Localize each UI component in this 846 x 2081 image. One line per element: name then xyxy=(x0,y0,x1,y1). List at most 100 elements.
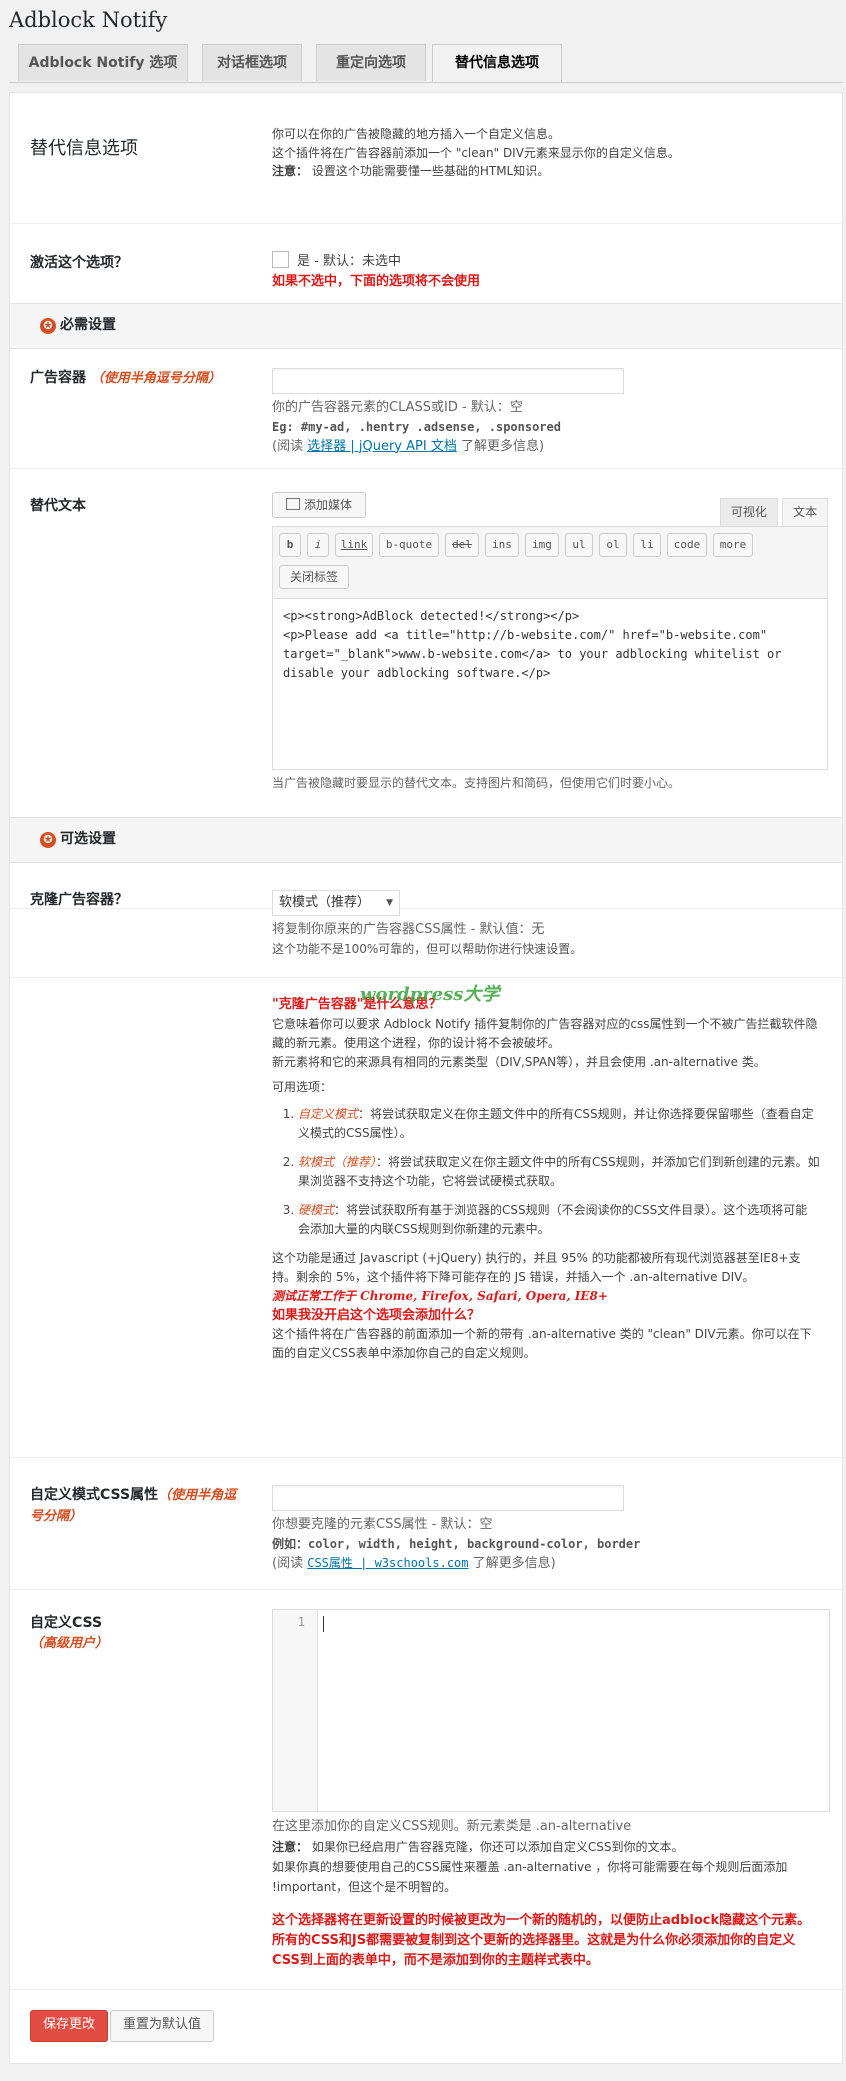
clone-desc-1: 将复制你原来的广告容器CSS属性 - 默认值：无 xyxy=(272,922,545,937)
custom-css-note-text: 如果你已经启用广告容器克隆，你还可以添加自定义CSS到你的文本。 xyxy=(311,1840,684,1854)
custom-css-props-input[interactable] xyxy=(272,1485,624,1511)
example-label: 例如： xyxy=(272,1537,309,1552)
alt-text-textarea[interactable]: <p><strong>AdBlock detected!</strong></p… xyxy=(272,598,828,770)
optional-settings-bar: ✪ 可选设置 xyxy=(10,817,842,863)
add-media-label: 添加媒体 xyxy=(303,498,352,512)
custom-css-label-text: 自定义CSS xyxy=(30,1615,103,1631)
qt-ul-button[interactable]: ul xyxy=(565,533,593,557)
clone-mode-selected: 软模式（推荐） xyxy=(279,895,371,910)
option-name: 自定义模式 xyxy=(298,1107,359,1121)
custom-css-note-label: 注意： xyxy=(272,1840,309,1854)
star-icon: ✪ xyxy=(40,832,56,848)
intro-line-2: 这个插件将在广告容器前添加一个 "clean" DIV元素来显示你的自定义信息。 xyxy=(272,145,680,160)
qt-more-button[interactable]: more xyxy=(713,533,753,557)
activate-checkbox[interactable] xyxy=(272,251,289,268)
qt-bold-button[interactable]: b xyxy=(279,533,301,557)
activate-label: 激活这个选项？ xyxy=(30,255,128,271)
ad-container-desc: 你的广告容器元素的CLASS或ID - 默认：空 xyxy=(272,400,523,415)
option-name: 硬模式 xyxy=(298,1203,335,1217)
tab-text[interactable]: 文本 xyxy=(781,498,828,526)
qt-close-tags-button[interactable]: 关闭标签 xyxy=(279,565,349,589)
qt-ol-button[interactable]: ol xyxy=(599,533,627,557)
clone-desc-2: 这个功能不是100%可靠的，但可以帮助你进行快速设置。 xyxy=(272,942,583,957)
add-media-button[interactable]: 添加媒体 xyxy=(272,492,366,518)
intro-note-label: 注意： xyxy=(272,164,309,179)
list-item: 软模式（推荐）：将尝试获取定义在你主题文件中的所有CSS规则，并添加它们到新创建… xyxy=(298,1153,822,1191)
app-title: Adblock Notify xyxy=(9,8,168,32)
jquery-selector-docs-link[interactable]: 选择器 | jQuery API 文档 xyxy=(307,439,457,454)
clone-question: 如果我没开启这个选项会添加什么？ xyxy=(272,1308,481,1323)
clone-options-list: 自定义模式：将尝试获取定义在你主题文件中的所有CSS规则，并让你选择要保留哪些（… xyxy=(272,1105,822,1239)
clone-mode-select[interactable]: 软模式（推荐） ▼ xyxy=(272,890,400,916)
ad-container-label-text: 广告容器 xyxy=(30,370,86,386)
clone-explain-p3: 这个功能是通过 Javascript (+jQuery) 执行的，并且 95% … xyxy=(272,1251,801,1284)
activate-checkbox-text: 是 - 默认：未选中 xyxy=(297,254,401,269)
text-cursor xyxy=(323,1616,324,1632)
section-title: 替代信息选项 xyxy=(30,138,138,159)
required-settings-title: 必需设置 xyxy=(60,317,116,333)
qt-code-button[interactable]: code xyxy=(667,533,707,557)
example-values: color, width, height, background-color, … xyxy=(308,1537,641,1552)
list-item: 硬模式：将尝试获取所有基于浏览器的CSS规则（不会阅读你的CSS文件目录）。这个… xyxy=(298,1201,822,1239)
option-name: 软模式（推荐） xyxy=(298,1155,377,1169)
clone-options-title: 可用选项： xyxy=(272,1080,333,1094)
chevron-down-icon: ▼ xyxy=(386,898,393,908)
qt-li-button[interactable]: li xyxy=(633,533,661,557)
activate-row: 激活这个选项？ 是 - 默认：未选中 如果不选中，下面的选项将不会使用 xyxy=(10,223,842,304)
custom-css-props-label-text: 自定义模式CSS属性 xyxy=(30,1487,159,1503)
alt-text-content-line: target="_blank">www.b-website.com</a> to… xyxy=(283,647,782,661)
line-number-gutter: 1 xyxy=(273,1610,318,1811)
clone-explain-row: "克隆广告容器"是什么意思？ wordpress大学 它意味着你可以要求 Adb… xyxy=(10,977,842,1458)
qt-italic-button[interactable]: i xyxy=(307,533,329,557)
tab-divider xyxy=(9,82,843,83)
ad-container-input[interactable] xyxy=(272,368,624,394)
tab-adblock-notify-options[interactable]: Adblock Notify 选项 xyxy=(18,44,188,81)
tab-redirect-options[interactable]: 重定向选项 xyxy=(316,44,426,81)
qt-del-button[interactable]: del xyxy=(445,533,479,557)
custom-css-code-editor[interactable]: 1 xyxy=(272,1609,830,1812)
tab-alternative-message-options[interactable]: 替代信息选项 xyxy=(432,44,562,83)
activate-warning: 如果不选中，下面的选项将不会使用 xyxy=(272,274,481,290)
alt-text-desc: 当广告被隐藏时要显示的替代文本。支持图片和简码，但使用它们时要小心。 xyxy=(272,776,681,790)
clone-explain-p1: 它意味着你可以要求 Adblock Notify 插件复制你的广告容器对应的cs… xyxy=(272,1017,818,1050)
clone-answer: 这个插件将在广告容器的前面添加一个新的带有 .an-alternative 类的… xyxy=(272,1327,812,1360)
ad-container-label: 广告容器 （使用半角逗号分隔） xyxy=(30,368,221,390)
qt-ins-button[interactable]: ins xyxy=(485,533,519,557)
editor-mode-tabs: 可视化 文本 xyxy=(719,498,828,526)
qt-link-button[interactable]: link xyxy=(335,533,373,557)
optional-settings-title: 可选设置 xyxy=(60,831,116,847)
custom-css-desc-1: 在这里添加你的自定义CSS规则。新元素类是 .an-alternative xyxy=(272,1819,632,1834)
watermark-logo: wordpress大学 xyxy=(360,984,500,1005)
intro-note-text: 设置这个功能需要懂一些基础的HTML知识。 xyxy=(311,164,550,179)
custom-css-warning: 这个选择器将在更新设置的时候被更改为一个新的随机的，以便防止adblock隐藏这… xyxy=(272,1913,811,1968)
reset-defaults-button[interactable]: 重置为默认值 xyxy=(110,2010,215,2042)
clone-row: 克隆广告容器？ 软模式（推荐） ▼ 将复制你原来的广告容器CSS属性 - 默认值… xyxy=(10,862,842,978)
ad-container-row: 广告容器 （使用半角逗号分隔） 你的广告容器元素的CLASS或ID - 默认：空… xyxy=(10,348,842,469)
read-prefix: (阅读 xyxy=(272,1555,308,1571)
tab-dialog-options[interactable]: 对话框选项 xyxy=(202,44,302,81)
custom-css-label-note: （高级用户） xyxy=(30,1636,109,1651)
settings-panel: 替代信息选项 你可以在你的广告被隐藏的地方插入一个自定义信息。 这个插件将在广告… xyxy=(9,92,843,2064)
read-prefix: (阅读 xyxy=(272,438,308,454)
w3schools-css-link[interactable]: CSS属性 | w3schools.com xyxy=(307,1556,468,1570)
alt-text-content-line: <p>Please add <a title="http://b-website… xyxy=(283,628,768,642)
custom-css-props-desc: 你想要克隆的元素CSS属性 - 默认：空 xyxy=(272,1517,493,1532)
read-suffix: 了解更多信息) xyxy=(468,1555,556,1571)
read-suffix: 了解更多信息) xyxy=(456,438,545,454)
line-number: 1 xyxy=(297,1615,305,1629)
qt-bquote-button[interactable]: b-quote xyxy=(379,533,439,557)
custom-css-desc-2: 如果你真的想要使用自己的CSS属性来覆盖 .an-alternative ，你将… xyxy=(272,1860,788,1894)
save-button[interactable]: 保存更改 xyxy=(30,2010,109,2042)
custom-css-props-row: 自定义模式CSS属性（使用半角逗号分隔） 你想要克隆的元素CSS属性 - 默认：… xyxy=(10,1457,842,1590)
list-item: 自定义模式：将尝试获取定义在你主题文件中的所有CSS规则，并让你选择要保留哪些（… xyxy=(298,1105,822,1143)
custom-css-label: 自定义CSS （高级用户） xyxy=(30,1613,108,1654)
option-text: ：将尝试获取定义在你主题文件中的所有CSS规则，并让你选择要保留哪些（查看自定义… xyxy=(298,1107,814,1140)
qt-img-button[interactable]: img xyxy=(525,533,559,557)
intro-section: 替代信息选项 你可以在你的广告被隐藏的地方插入一个自定义信息。 这个插件将在广告… xyxy=(10,93,842,224)
tab-visual[interactable]: 可视化 xyxy=(719,498,778,526)
alt-text-editor: 添加媒体 可视化 文本 b i link b-quote del ins img… xyxy=(272,492,828,852)
option-text: ：将尝试获取定义在你主题文件中的所有CSS规则，并添加它们到新创建的元素。如果浏… xyxy=(298,1155,820,1188)
media-icon xyxy=(285,498,300,510)
custom-css-props-label: 自定义模式CSS属性（使用半角逗号分隔） xyxy=(30,1485,240,1527)
option-text: ：将尝试获取所有基于浏览器的CSS规则（不会阅读你的CSS文件目录）。这个选项将… xyxy=(298,1203,808,1236)
